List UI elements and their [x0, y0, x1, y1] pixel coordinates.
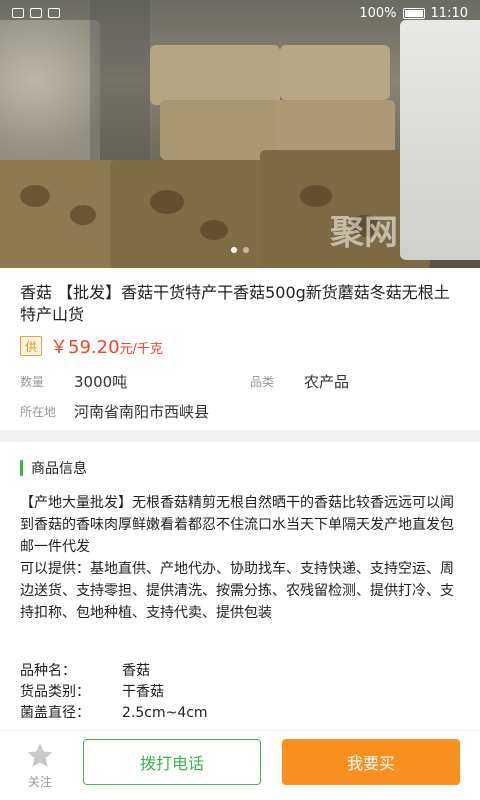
info-cell-category: 品类 农产品	[250, 371, 349, 392]
bag-image	[0, 20, 100, 170]
mushroom-image	[300, 185, 332, 207]
battery-icon	[402, 7, 425, 19]
product-specs: 品种名： 香菇 货品类别： 干香菇 菌盖直径： 2.5cm~4cm	[20, 661, 460, 724]
battery-percent: 100%	[359, 5, 397, 21]
mushroom-image	[200, 220, 228, 240]
spec-row: 品种名： 香菇	[20, 661, 460, 682]
price-value: ￥59.20	[50, 337, 120, 358]
status-bar: 100% 11:10	[0, 0, 480, 26]
info-cell-location: 所在地 河南省南阳市西峡县	[20, 401, 209, 422]
spec-key: 菌盖直径：	[20, 705, 90, 721]
bag-image	[150, 45, 280, 105]
location-value: 河南省南阳市西峡县	[74, 402, 210, 421]
info-row: 所在地 河南省南阳市西峡县	[20, 396, 460, 426]
call-button[interactable]: 拨打电话	[83, 739, 261, 785]
location-label: 所在地	[20, 404, 57, 419]
carousel-indicator	[0, 247, 480, 253]
status-left	[12, 8, 60, 18]
favorite-label: 关注	[27, 775, 52, 789]
signal-icon	[30, 8, 42, 18]
product-image-carousel[interactable]: 聚网 100% 11:10	[0, 0, 480, 268]
spec-value: 2.5cm~4cm	[122, 705, 208, 721]
info-row: 数量 3000吨 品类 农产品	[20, 366, 460, 396]
mushroom-image	[20, 185, 50, 207]
product-info-grid: 数量 3000吨 品类 农产品 所在地 河南省南阳市西峡县	[20, 366, 460, 426]
mushroom-image	[150, 190, 184, 214]
clock: 11:10	[430, 5, 468, 21]
status-right: 100% 11:10	[359, 6, 468, 21]
section-title: 商品信息	[31, 461, 87, 477]
carousel-dot	[231, 247, 237, 253]
info-cell-quantity: 数量 3000吨	[20, 371, 250, 392]
bottom-action-bar: 关注 拨打电话 我要买	[0, 730, 480, 800]
spec-key: 品种名：	[20, 663, 76, 679]
product-title: 香菇 【批发】香菇干货特产干香菇500g新货蘑菇冬菇无根土特产山货	[20, 283, 450, 324]
spec-row: 货品类别： 干香菇	[20, 682, 460, 703]
section-divider	[0, 430, 480, 442]
star-icon	[27, 743, 53, 767]
buy-button[interactable]: 我要买	[282, 739, 460, 785]
price: ￥59.20元/千克	[50, 333, 163, 359]
bag-image	[400, 20, 480, 260]
price-unit: 元/千克	[119, 342, 163, 357]
spec-value: 干香菇	[122, 684, 164, 700]
section-header: 商品信息	[20, 458, 87, 478]
favorite-button[interactable]: 关注	[0, 741, 80, 790]
product-description: 【产地大量批发】无根香菇精剪无根自然晒干的香菇比较香远远可以闻到香菇的香味肉厚鲜…	[20, 495, 454, 621]
quantity-value: 3000吨	[74, 372, 128, 391]
mushroom-image	[70, 205, 96, 225]
wifi-icon	[48, 8, 60, 18]
price-row: 供 ￥59.20元/千克	[20, 333, 163, 359]
quantity-label: 数量	[20, 374, 45, 389]
category-value: 农产品	[304, 372, 350, 391]
spec-row: 菌盖直径： 2.5cm~4cm	[20, 703, 460, 724]
supply-badge: 供	[20, 336, 42, 356]
notification-icon	[12, 8, 24, 18]
category-label: 品类	[250, 374, 275, 389]
spec-key: 货品类别：	[20, 684, 90, 700]
section-accent-bar	[20, 460, 23, 476]
bag-image	[275, 100, 395, 155]
carousel-dot	[243, 247, 249, 253]
bag-image	[280, 45, 390, 100]
spec-value: 香菇	[122, 663, 150, 679]
